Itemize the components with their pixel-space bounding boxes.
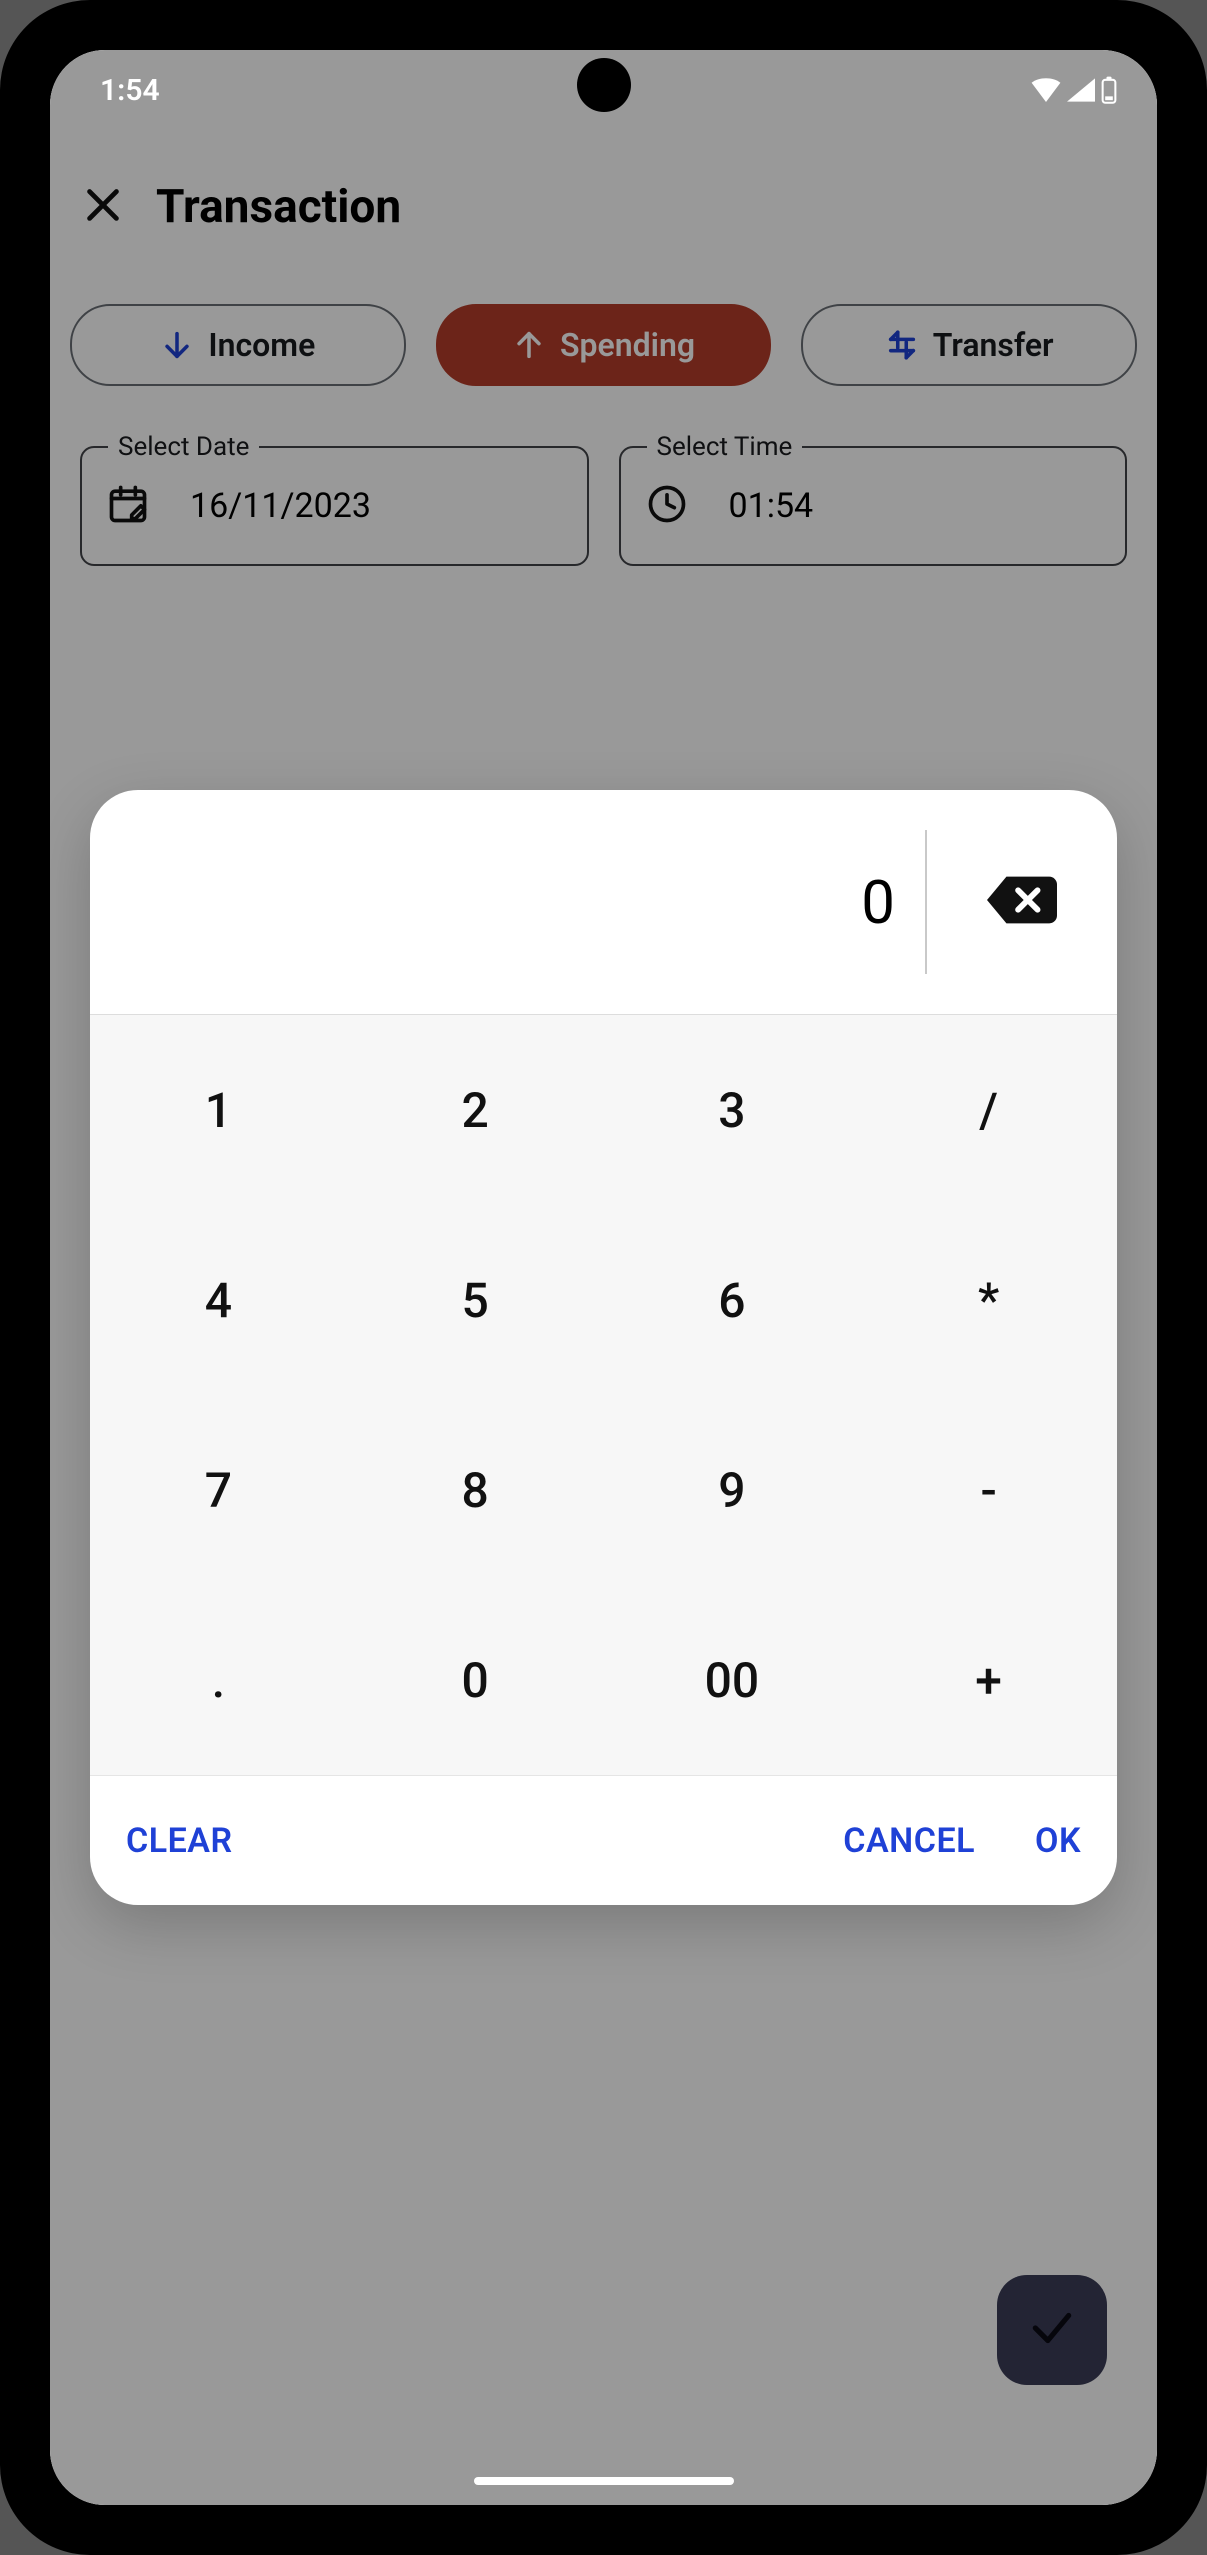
backspace-button[interactable] (927, 790, 1117, 1014)
wifi-icon (1031, 78, 1061, 102)
calculator-display-row: 0 (90, 790, 1117, 1015)
key-multiply[interactable]: * (860, 1205, 1117, 1395)
clear-button[interactable]: CLEAR (126, 1821, 233, 1861)
amount-calculator-dialog: 0 1 2 3 (90, 790, 1117, 1905)
key-0[interactable]: 0 (347, 1585, 604, 1775)
camera-notch (577, 58, 631, 112)
key-2[interactable]: 2 (347, 1015, 604, 1205)
key-decimal[interactable]: . (90, 1585, 347, 1775)
key-add[interactable]: + (860, 1585, 1117, 1775)
key-8[interactable]: 8 (347, 1395, 604, 1585)
calculator-display: 0 (90, 790, 925, 1014)
device-frame: Transaction Income Spending (0, 0, 1207, 2555)
key-1[interactable]: 1 (90, 1015, 347, 1205)
key-4[interactable]: 4 (90, 1205, 347, 1395)
calculator-actions: CLEAR CANCEL OK (90, 1775, 1117, 1905)
key-5[interactable]: 5 (347, 1205, 604, 1395)
key-7[interactable]: 7 (90, 1395, 347, 1585)
calculator-keypad: 1 2 3 / 4 5 6 * 7 8 9 - . 0 00 + (90, 1015, 1117, 1775)
key-divide[interactable]: / (860, 1015, 1117, 1205)
nav-handle[interactable] (474, 2477, 734, 2485)
device-inner: Transaction Income Spending (30, 30, 1177, 2525)
key-9[interactable]: 9 (604, 1395, 861, 1585)
status-icons (1031, 76, 1117, 104)
cancel-button[interactable]: CANCEL (843, 1821, 975, 1861)
battery-icon (1101, 76, 1117, 104)
key-00[interactable]: 00 (604, 1585, 861, 1775)
ok-button[interactable]: OK (1035, 1821, 1081, 1861)
screen: Transaction Income Spending (50, 50, 1157, 2505)
status-time: 1:54 (100, 73, 160, 108)
key-6[interactable]: 6 (604, 1205, 861, 1395)
backspace-icon (987, 875, 1057, 929)
key-3[interactable]: 3 (604, 1015, 861, 1205)
signal-icon (1067, 78, 1095, 102)
key-subtract[interactable]: - (860, 1395, 1117, 1585)
